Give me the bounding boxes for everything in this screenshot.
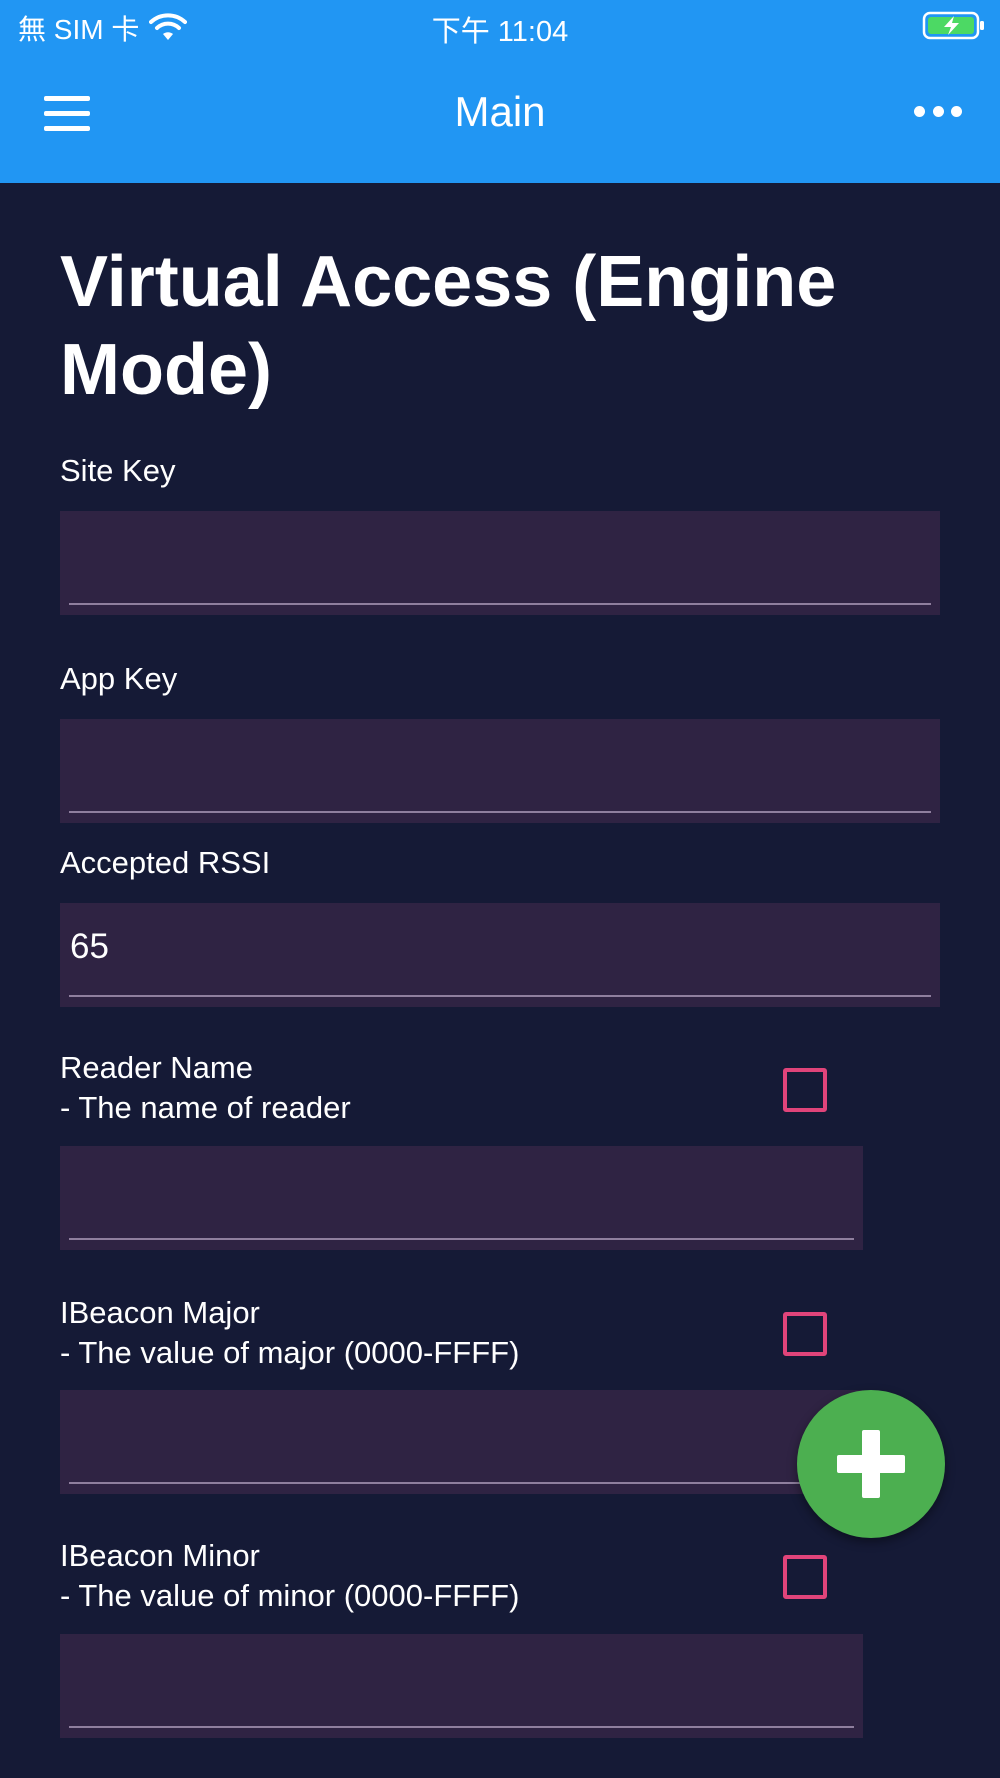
- accepted-rssi-field: [60, 903, 940, 1007]
- reader-name-description: - The name of reader: [60, 1090, 351, 1125]
- ibeacon-minor-label: IBeacon Minor: [60, 1538, 260, 1573]
- site-key-label: Site Key: [60, 453, 176, 488]
- ibeacon-major-input[interactable]: [69, 1390, 854, 1483]
- ibeacon-minor-description: - The value of minor (0000-FFFF): [60, 1578, 520, 1613]
- page-title: Virtual Access (Engine Mode): [60, 242, 837, 410]
- accepted-rssi-input[interactable]: [69, 903, 931, 996]
- ibeacon-major-underline: [69, 1482, 854, 1484]
- reader-name-label: Reader Name: [60, 1050, 253, 1085]
- ibeacon-major-checkbox[interactable]: [783, 1312, 827, 1356]
- ibeacon-minor-field: [60, 1634, 863, 1738]
- app-bar-title: Main: [454, 88, 546, 135]
- ibeacon-minor-underline: [69, 1726, 854, 1728]
- app-bar: Main: [0, 50, 1000, 183]
- reader-name-field: [60, 1146, 863, 1250]
- plus-icon-vertical: [862, 1430, 880, 1498]
- ibeacon-major-field: [60, 1390, 863, 1494]
- main-content: Virtual Access (Engine Mode) Site Key Ap…: [0, 183, 1000, 1778]
- app-key-field: [60, 719, 940, 823]
- site-key-input[interactable]: [69, 511, 931, 604]
- reader-name-checkbox[interactable]: [783, 1068, 827, 1112]
- ibeacon-minor-input[interactable]: [69, 1634, 854, 1727]
- accepted-rssi-label: Accepted RSSI: [60, 845, 271, 880]
- battery-charging-icon: [922, 11, 984, 40]
- site-key-underline: [69, 603, 931, 605]
- top-bar: 無 SIM 卡 下午 11:04 Main: [0, 0, 1000, 183]
- more-horizontal-icon[interactable]: [914, 106, 962, 120]
- app-key-underline: [69, 811, 931, 813]
- ibeacon-minor-checkbox[interactable]: [783, 1555, 827, 1599]
- accepted-rssi-underline: [69, 995, 931, 997]
- add-fab-button[interactable]: [797, 1390, 945, 1538]
- reader-name-input[interactable]: [69, 1146, 854, 1239]
- ibeacon-major-description: - The value of major (0000-FFFF): [60, 1335, 520, 1370]
- app-key-label: App Key: [60, 661, 178, 696]
- app-key-input[interactable]: [69, 719, 931, 812]
- reader-name-underline: [69, 1238, 854, 1240]
- status-bar: 無 SIM 卡 下午 11:04: [0, 0, 1000, 50]
- ibeacon-major-label: IBeacon Major: [60, 1295, 260, 1330]
- status-time: 下午 11:04: [431, 16, 569, 48]
- site-key-field: [60, 511, 940, 615]
